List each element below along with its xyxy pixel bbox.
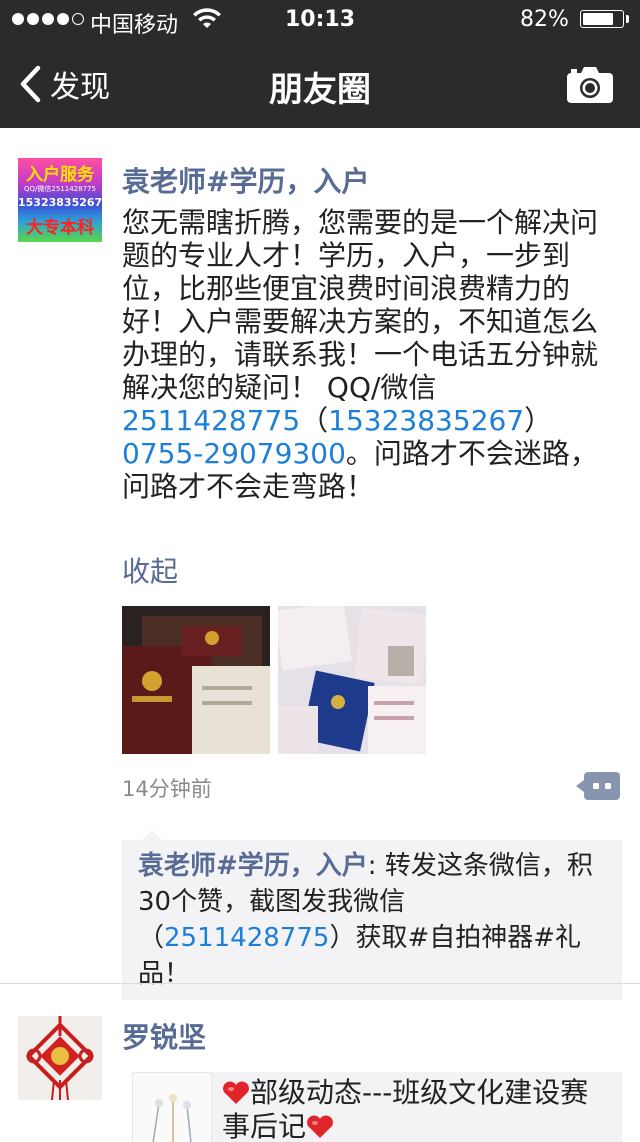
collapse-link[interactable]: 收起 xyxy=(122,550,178,590)
navigation-bar: 发现 朋友圈 xyxy=(0,40,640,128)
post-author[interactable]: 袁老师#学历，入户 xyxy=(122,160,369,200)
post-divider xyxy=(0,983,640,984)
avatar[interactable]: 入户服务 QQ/微信2511428775 15323835267 大专本科 xyxy=(18,158,102,242)
comment-author[interactable]: 袁老师#学历，入户 xyxy=(138,851,368,881)
page-title: 朋友圈 xyxy=(269,70,371,110)
post-author[interactable]: 罗锐坚 xyxy=(122,1016,206,1056)
avatar-text-line: 入户服务 xyxy=(26,165,94,185)
thumbnail-image xyxy=(152,1094,192,1142)
post-photo[interactable] xyxy=(122,606,270,754)
comment-button[interactable] xyxy=(576,772,620,800)
post-timestamp: 14分钟前 xyxy=(122,777,212,801)
phone-link[interactable]: 0755-29079300 xyxy=(122,437,346,470)
photo-image xyxy=(278,606,426,754)
qq-link[interactable]: 2511428775 xyxy=(122,404,300,437)
post-photo[interactable] xyxy=(278,606,426,754)
battery-percentage: 82% xyxy=(520,7,569,32)
heart-icon xyxy=(307,1115,333,1138)
camera-icon[interactable] xyxy=(566,66,614,104)
battery-icon xyxy=(580,10,624,28)
qq-link[interactable]: 2511428775 xyxy=(164,923,329,953)
comments-area: 袁老师#学历，入户: 转发这条微信，积30个赞，截图发我微信（251142877… xyxy=(122,830,622,1000)
share-thumbnail xyxy=(132,1072,212,1142)
share-title: 部级动态---班级文化建设赛事后记 xyxy=(222,1076,589,1142)
avatar-text-line: QQ/微信2511428775 xyxy=(24,185,96,193)
avatar[interactable] xyxy=(18,1016,102,1100)
post-text: 您无需瞎折腾，您需要的是一个解决问题的专业人才！学历，入户，一步到位，比那些便宜… xyxy=(122,206,599,503)
avatar-text-line: 大专本科 xyxy=(26,218,94,238)
photo-image xyxy=(122,606,270,754)
chinese-knot-icon xyxy=(18,1016,102,1100)
status-bar: 中国移动 10:13 82% xyxy=(0,0,640,40)
phone-link[interactable]: 15323835267 xyxy=(328,404,524,437)
heart-icon xyxy=(223,1081,249,1104)
shared-link-card[interactable]: 部级动态---班级文化建设赛事后记 xyxy=(132,1072,622,1142)
avatar-text-line: 15323835267 xyxy=(18,196,102,209)
